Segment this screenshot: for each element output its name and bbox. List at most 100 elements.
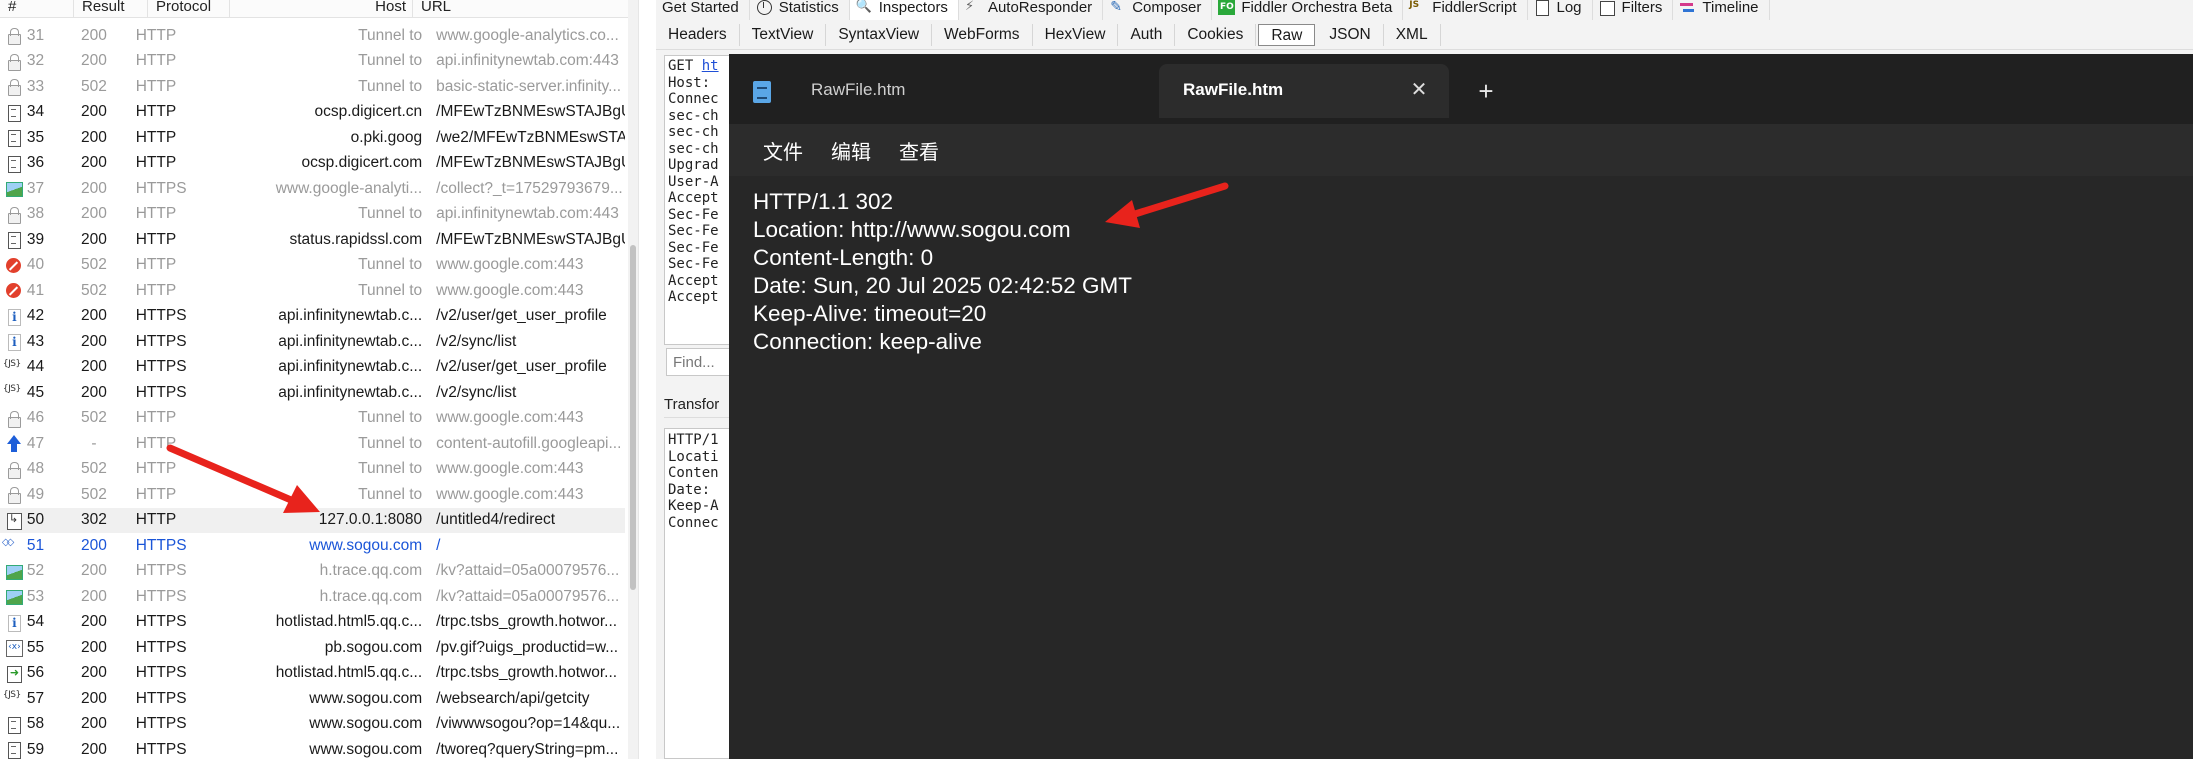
session-result: 200 [81,689,107,707]
session-row[interactable]: 38 200 HTTP Tunnel to api.infinitynewtab.com… [0,202,625,228]
session-row[interactable]: 42 200 HTTPS api.infinitynewtab.c... /v2/use… [0,304,625,330]
notepad-tab-active[interactable]: RawFile.htm ✕ [1159,64,1449,118]
session-host: Tunnel to [358,256,423,274]
session-row[interactable]: 33 502 HTTP Tunnel to basic-static-server.in… [0,74,625,100]
session-row[interactable]: 45 200 HTTPS api.infinitynewtab.c... /v2/syn… [0,380,625,406]
subtab-hexview[interactable]: HexView [1033,23,1119,46]
subtab-raw[interactable]: Raw [1258,23,1316,46]
session-row[interactable]: 55 200 HTTPS pb.sogou.com/pv.gif?uigs_produ… [0,635,625,661]
session-row[interactable]: 32 200 HTTP Tunnel to api.infinitynewtab.com… [0,49,625,75]
menu-file[interactable]: 文件 [749,136,817,165]
timeline-icon [1679,0,1696,15]
session-icon-cell [0,53,27,71]
session-row[interactable]: 54 200 HTTPS hotlistad.html5.qq.c... /trpc.t… [0,610,625,636]
tab-statistics[interactable]: Statistics [750,0,850,20]
column-header-result[interactable]: Result [74,0,148,17]
tab-fiddler-orchestra[interactable]: Fiddler Orchestra Beta [1212,0,1404,20]
session-protocol: HTTP [135,128,177,146]
column-header-url[interactable]: URL [413,0,638,17]
session-number: 44 [26,358,45,376]
session-row[interactable]: 56 200 HTTPS hotlistad.html5.qq.c... /trpc.t… [0,661,625,687]
subtab-cookies[interactable]: Cookies [1175,23,1257,46]
column-header-number[interactable]: # [0,0,74,17]
request-raw-text[interactable]: GET ht Host: Connec sec-ch sec-ch sec-ch… [664,55,734,345]
tab-inspectors[interactable]: Inspectors [849,0,959,20]
session-row[interactable]: 49 502 HTTP Tunnel to www.google.com:443 [0,482,625,508]
session-url: /untitled4/redirect [436,511,556,529]
session-number: 53 [26,587,45,605]
session-row[interactable]: 36 200 HTTP ocsp.digicert.com/MFEwTzBNMEswS… [0,151,625,177]
session-row[interactable]: 40 502 HTTP Tunnel to www.google.com:443 [0,253,625,279]
session-row[interactable]: 52 200 HTTPS h.trace.qq.com/kv?attaid=05a00… [0,559,625,585]
find-input[interactable]: Find... [666,348,734,376]
session-row[interactable]: 43 200 HTTPS api.infinitynewtab.c... /v2/syn… [0,329,625,355]
request-line: Sec-Fe [668,239,719,256]
image-icon [5,180,23,198]
session-url: api.infinitynewtab.com:443 [436,52,619,70]
notepad-editor[interactable]: HTTP/1.1 302 Location: http://www.sogou.… [729,176,2193,759]
request-line: Connec [668,91,719,107]
session-row[interactable]: 41 502 HTTP Tunnel to www.google.com:443 [0,278,625,304]
session-row[interactable]: 58 200 HTTPS www.sogou.com/viwwwsogou?op=14… [0,712,625,738]
session-row[interactable]: 46 502 HTTP Tunnel to www.google.com:443 [0,406,625,432]
session-result: 200 [81,715,107,733]
session-icon-cell [0,206,27,224]
session-number: 36 [26,154,45,172]
session-host: pb.sogou.com [324,638,423,656]
session-number: 45 [26,383,45,401]
sessions-scrollbar[interactable] [628,0,638,759]
menu-view[interactable]: 查看 [885,136,953,165]
column-header-host[interactable]: Host [230,0,413,17]
session-row[interactable]: 51 200 HTTPS www.sogou.com / [0,533,625,559]
subtab-headers[interactable]: Headers [656,23,740,46]
subtab-json[interactable]: JSON [1317,23,1384,46]
notepad-menu-bar: 文件 编辑 查看 [729,124,2193,176]
session-row[interactable]: 50 302 HTTP 127.0.0.1:8080/untitled4/redire… [0,507,625,533]
pane-splitter[interactable] [638,0,656,759]
session-protocol: HTTPS [135,613,187,631]
session-url: /MFEwTzBNMEswSTAJBgU... [436,154,626,172]
session-host: Tunnel to [358,26,423,44]
stats-icon [756,0,773,15]
notepad-tab-inactive[interactable]: RawFile.htm [729,64,1159,118]
xml-icon [5,639,23,658]
menu-edit[interactable]: 编辑 [817,136,885,165]
session-row[interactable]: 35 200 HTTP o.pki.goog/we2/MFEwTzBNMEswSTA.… [0,125,625,151]
subtab-textview[interactable]: TextView [740,23,827,46]
blocked-icon [5,257,22,274]
session-number: 33 [26,77,45,95]
subtab-xml[interactable]: XML [1384,23,1441,46]
tab-get-started[interactable]: Get Started [656,0,750,20]
subtab-transformer[interactable]: Transfor [664,394,734,418]
tab-composer[interactable]: Composer [1103,0,1213,20]
close-tab-icon[interactable]: ✕ [1405,76,1433,104]
request-line: Accept [668,289,719,305]
new-tab-icon[interactable]: + [1469,74,1503,108]
tab-fiddlerscript[interactable]: FiddlerScript [1403,0,1528,20]
session-row[interactable]: 47 - HTTP Tunnel to content-autofill.googlea… [0,431,625,457]
response-raw-text[interactable]: HTTP/1 Locati Conten Date: Keep-A Connec [664,428,734,759]
tab-filters[interactable]: Filters [1593,0,1674,20]
tab-timeline[interactable]: Timeline [1673,0,1770,20]
session-row[interactable]: 34 200 HTTP ocsp.digicert.cn/MFEwTzBNMEswST… [0,100,625,126]
subtab-syntaxview[interactable]: SyntaxView [826,23,933,46]
session-row[interactable]: 57 200 HTTPS www.sogou.com/websearch/api/ge… [0,686,625,712]
content-line: Content-Length: 0 [753,245,934,270]
tab-log[interactable]: Log [1528,0,1593,20]
session-row[interactable]: 48 502 HTTP Tunnel to www.google.com:443 [0,457,625,483]
column-header-protocol[interactable]: Protocol [148,0,230,17]
session-protocol: HTTP [135,230,177,248]
subtab-auth[interactable]: Auth [1118,23,1176,46]
session-row[interactable]: 53 200 HTTPS h.trace.qq.com/kv?attaid=05a00… [0,584,625,610]
response-lines: HTTP/1 Locati Conten Date: Keep-A Connec [668,432,719,531]
session-row[interactable]: 31 200 HTTP Tunnel to www.google-analytics.c… [0,23,625,49]
tab-autoresponder[interactable]: AutoResponder [959,0,1104,20]
scrollbar-thumb[interactable] [630,245,636,590]
subtab-webforms[interactable]: WebForms [932,23,1033,46]
session-row[interactable]: 44 200 HTTPS api.infinitynewtab.c... /v2/use… [0,355,625,381]
session-row[interactable]: 37 200 HTTPS www.google-analyti... /collect?… [0,176,625,202]
session-number: 46 [26,409,45,427]
session-row[interactable]: 39 200 HTTP status.rapidssl.com/MFEwTzBNMEs… [0,227,625,253]
request-url-link[interactable]: ht [702,58,719,74]
session-row[interactable]: 59 200 HTTPS www.sogou.com/tworeq?queryStri… [0,737,625,759]
